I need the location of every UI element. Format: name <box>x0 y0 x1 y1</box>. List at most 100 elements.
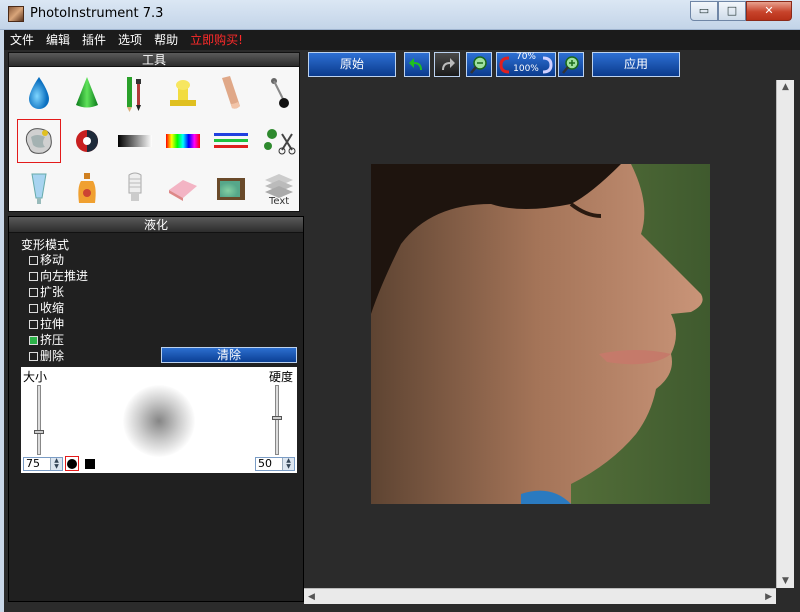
zoom-current: 70% <box>515 52 536 62</box>
zoom-out-button[interactable] <box>466 52 492 77</box>
hardness-slider-thumb[interactable] <box>272 416 282 420</box>
maximize-button[interactable]: □ <box>718 1 746 21</box>
option-push-left[interactable]: 向左推进 <box>29 268 88 284</box>
zoom-in-icon <box>562 55 579 74</box>
redo-icon <box>442 57 455 70</box>
hardness-input[interactable]: 50 ▲ ▼ <box>255 457 295 471</box>
checkbox-checked[interactable] <box>29 336 38 345</box>
gradient-tool-icon[interactable] <box>113 119 157 163</box>
undo-button[interactable] <box>404 52 430 77</box>
pencil-brush-tool-icon[interactable] <box>113 71 157 115</box>
square-brush-button[interactable] <box>83 456 97 471</box>
zoom-full: 100% <box>513 64 539 74</box>
main-area: 工具 Text 液化 变形模式 移动 向左推进 扩张 收缩 拉伸 挤压 删除 清… <box>4 50 800 612</box>
zoom-left-arc-icon <box>499 56 510 74</box>
window-title: PhotoInstrument 7.3 <box>30 6 164 21</box>
apply-button[interactable]: 应用 <box>592 52 680 77</box>
vertical-scrollbar[interactable]: ▲ ▼ <box>776 80 794 588</box>
bulb-tool-icon[interactable] <box>113 167 157 211</box>
cone-tool-icon[interactable] <box>65 71 109 115</box>
close-button[interactable]: ✕ <box>746 1 792 21</box>
menu-help[interactable]: 帮助 <box>148 30 184 48</box>
liquify-panel-title: 液化 <box>9 217 303 233</box>
bottle-tool-icon[interactable] <box>65 167 109 211</box>
tube-tool-icon[interactable] <box>17 167 61 211</box>
size-label: 大小 <box>23 370 48 384</box>
tools-panel: 工具 Text <box>8 52 300 212</box>
hardness-slider[interactable] <box>272 385 282 455</box>
checkbox[interactable] <box>29 256 38 265</box>
option-squeeze[interactable]: 挤压 <box>29 332 64 348</box>
zoom-readout: 70% 100% <box>512 51 540 75</box>
liquify-panel: 液化 变形模式 移动 向左推进 扩张 收缩 拉伸 挤压 删除 清除 大小 硬度 … <box>8 216 304 602</box>
clone-scissors-tool-icon[interactable] <box>257 119 301 163</box>
eraser-tool-icon[interactable] <box>161 167 205 211</box>
scroll-down-icon[interactable]: ▼ <box>782 576 789 586</box>
round-brush-button[interactable] <box>65 456 79 471</box>
scroll-left-icon[interactable]: ◀ <box>308 592 315 602</box>
option-stretch[interactable]: 拉伸 <box>29 316 64 332</box>
square-brush-icon <box>85 458 95 469</box>
menu-file[interactable]: 文件 <box>4 30 40 48</box>
checkbox[interactable] <box>29 288 38 297</box>
tools-panel-title: 工具 <box>9 53 299 67</box>
text-tool-icon[interactable]: Text <box>257 167 301 211</box>
tv-tool-icon[interactable] <box>209 167 253 211</box>
option-label: 移动 <box>40 253 65 267</box>
drop-tool-icon[interactable] <box>17 71 61 115</box>
menu-plugins[interactable]: 插件 <box>76 30 112 48</box>
option-delete[interactable]: 删除 <box>29 348 64 364</box>
menu-options[interactable]: 选项 <box>112 30 148 48</box>
photo-face-profile[interactable] <box>371 164 710 504</box>
text-tool-label: Text <box>268 196 289 206</box>
zoom-in-button[interactable] <box>558 52 584 77</box>
minimize-button[interactable]: ▭ <box>690 1 718 21</box>
hardness-value: 50 <box>258 457 272 470</box>
app-icon <box>8 6 24 22</box>
option-label: 拉伸 <box>40 317 65 331</box>
checkbox[interactable] <box>29 304 38 313</box>
option-label: 收缩 <box>40 301 65 315</box>
original-button[interactable]: 原始 <box>308 52 396 77</box>
hardness-label: 硬度 <box>268 370 293 384</box>
deform-mode-label: 变形模式 <box>21 238 70 252</box>
zoom-out-icon <box>470 55 487 74</box>
menu-edit[interactable]: 编辑 <box>40 30 76 48</box>
brush-settings: 大小 硬度 75 ▲ ▼ 50 ▲ ▼ <box>21 367 297 473</box>
finger-tool-icon[interactable] <box>209 71 253 115</box>
size-slider-thumb[interactable] <box>34 430 44 434</box>
tool-grid: Text <box>9 67 299 211</box>
title-bar: PhotoInstrument 7.3 ▭ □ ✕ <box>0 0 800 30</box>
color-spectrum-tool-icon[interactable] <box>161 119 205 163</box>
brush-preview <box>123 385 195 457</box>
liquify-tool-icon[interactable] <box>17 119 61 163</box>
size-slider[interactable] <box>34 385 44 455</box>
size-spinner-icon[interactable]: ▲ ▼ <box>50 458 62 470</box>
lines-tool-icon[interactable] <box>209 119 253 163</box>
option-move[interactable]: 移动 <box>29 252 64 268</box>
option-shrink[interactable]: 收缩 <box>29 300 64 316</box>
round-brush-icon <box>67 458 77 469</box>
pin-tool-icon[interactable] <box>257 71 301 115</box>
option-label: 扩张 <box>40 285 65 299</box>
checkbox[interactable] <box>29 320 38 329</box>
option-expand[interactable]: 扩张 <box>29 284 64 300</box>
image-canvas[interactable] <box>304 80 780 588</box>
size-input[interactable]: 75 ▲ ▼ <box>23 457 63 471</box>
horizontal-scrollbar[interactable]: ◀ ▶ <box>304 588 776 604</box>
scroll-up-icon[interactable]: ▲ <box>782 82 789 92</box>
checkbox[interactable] <box>29 352 38 361</box>
stamp-tool-icon[interactable] <box>161 71 205 115</box>
size-value: 75 <box>26 457 40 470</box>
red-eye-tool-icon[interactable] <box>65 119 109 163</box>
menu-buy-now[interactable]: 立即购买! <box>184 30 249 48</box>
redo-button[interactable] <box>434 52 460 77</box>
option-label: 挤压 <box>40 333 65 347</box>
hardness-spinner-icon[interactable]: ▲ ▼ <box>282 458 294 470</box>
checkbox[interactable] <box>29 272 38 281</box>
undo-icon <box>409 57 422 70</box>
scroll-right-icon[interactable]: ▶ <box>765 592 772 602</box>
zoom-right-arc-icon <box>542 56 553 74</box>
option-label: 删除 <box>40 349 65 363</box>
clear-button[interactable]: 清除 <box>161 347 297 363</box>
